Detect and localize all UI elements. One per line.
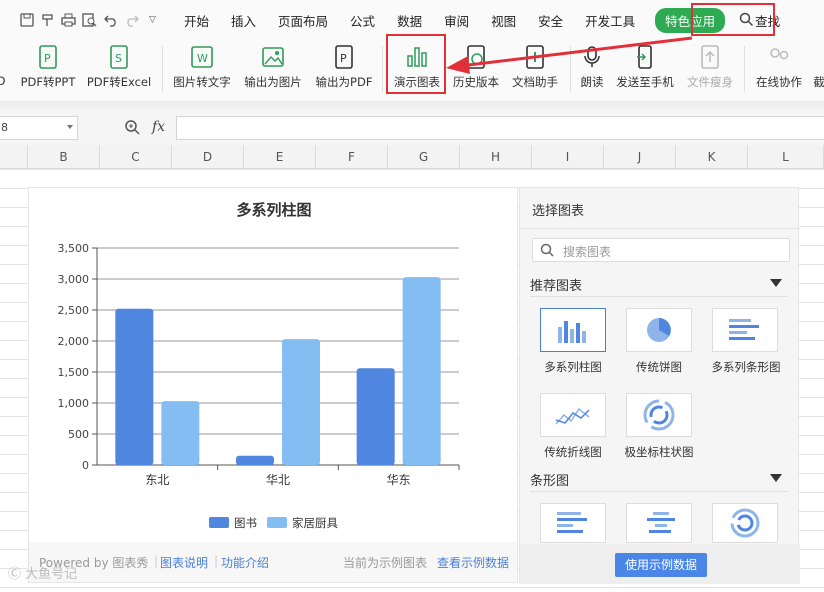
column-header[interactable]: K [676,145,748,169]
chevron-down-icon [67,125,73,129]
chart-card-label: 传统折线图 [544,445,602,459]
column-header[interactable]: I [532,145,604,169]
use-sample-data-button[interactable]: 使用示例数据 [615,553,707,577]
y-tick-label: 2,000 [58,335,90,348]
column-chart-icon [558,321,586,343]
line-chart-icon [555,407,590,425]
column-header[interactable]: H [460,145,532,169]
x-tick-label: 东北 [145,473,169,487]
column-header[interactable]: J [604,145,676,169]
chart-card-bar-variant[interactable] [540,503,606,543]
chart-card-pie[interactable] [626,308,692,352]
sample-chart-notice: 当前为示例图表 [343,556,428,570]
column-header[interactable]: E [244,145,316,169]
legend-swatch [267,517,287,528]
formula-bar: 8 fx [0,111,824,145]
chart-card-label: 传统饼图 [636,360,682,374]
y-tick-label: 3,000 [58,273,90,286]
bar [282,339,320,465]
y-tick-label: 2,500 [58,304,90,317]
bar-chart-icon [557,512,587,533]
chart-preview: 多系列柱图 0 500 1,000 1,500 2,000 2,500 3,000 3,500… [28,187,518,583]
feature-intro-link[interactable]: 功能介绍 [221,554,269,571]
column-header[interactable]: B [28,145,100,169]
chart-card-line[interactable] [540,393,606,437]
chart-search-input[interactable]: 搜索图表 [532,238,790,262]
polar-chart-icon [643,399,675,431]
legend-label: 图书 [234,516,257,530]
chart-help-link[interactable]: 图表说明 [160,554,208,571]
search-icon [540,243,554,260]
chart-card-bar-variant[interactable] [626,503,692,543]
chart-card-multi-bar[interactable] [712,308,778,352]
column-header[interactable]: L [748,145,824,169]
watermark: Ⓒ 大鱼号记 [8,567,78,582]
column-header[interactable]: F [316,145,388,169]
collapse-triangle-icon[interactable] [770,474,782,482]
column-header[interactable]: G [388,145,460,169]
legend-label: 家居厨具 [292,516,338,530]
chart-canvas: 多系列柱图 0 500 1,000 1,500 2,000 2,500 3,000 3,500… [58,201,460,530]
bar-chart-icon [647,512,675,533]
chart-card-polar[interactable] [626,393,692,437]
legend-swatch [209,517,229,528]
panel-title: 选择图表 [532,204,585,219]
radial-bar-icon [730,508,760,538]
bar [402,277,441,465]
bar [115,308,154,465]
x-tick-label: 华东 [387,473,411,487]
chart-card-label: 多系列柱图 [544,360,602,374]
column-header[interactable]: D [172,145,244,169]
bar-section-label: 条形图 [530,474,570,489]
y-tick-label: 1,500 [58,366,90,379]
column-header[interactable]: C [100,145,172,169]
collapse-triangle-icon[interactable] [770,279,782,287]
bar [161,401,200,465]
chart-title: 多系列柱图 [236,201,311,219]
chart-picker-panel: 选择图表 搜索图表 推荐图表 多系列柱图 传统饼图 多系列条形图 传统折线图 极… [519,187,800,584]
bar [236,455,274,465]
chart-card-multi-column[interactable] [540,308,606,352]
column-header-row: B C D E F G H I J K L [0,145,824,169]
x-tick-label: 华北 [266,473,290,487]
view-sample-data-link[interactable]: 查看示例数据 [437,554,509,571]
zoom-search-icon[interactable] [124,119,140,138]
chart-card-bar-variant[interactable] [712,503,778,543]
chart-footer: Powered by 图表秀 | 图表说明 | 功能介绍 当前为示例图表 查看示… [29,542,517,582]
y-tick-label: 500 [68,428,89,441]
y-tick-label: 1,000 [58,397,90,410]
chart-card-label: 极坐标柱状图 [624,445,694,459]
fx-icon[interactable]: fx [152,119,165,135]
pie-chart-icon [647,318,671,342]
bar-chart-icon [729,319,759,340]
name-box[interactable]: 8 [0,116,78,140]
recommended-section-label: 推荐图表 [530,279,583,294]
bar [356,368,395,465]
formula-input[interactable] [176,116,824,140]
y-tick-label: 3,500 [58,242,90,255]
chart-card-label: 多系列条形图 [711,360,781,374]
y-tick-label: 0 [82,459,89,472]
